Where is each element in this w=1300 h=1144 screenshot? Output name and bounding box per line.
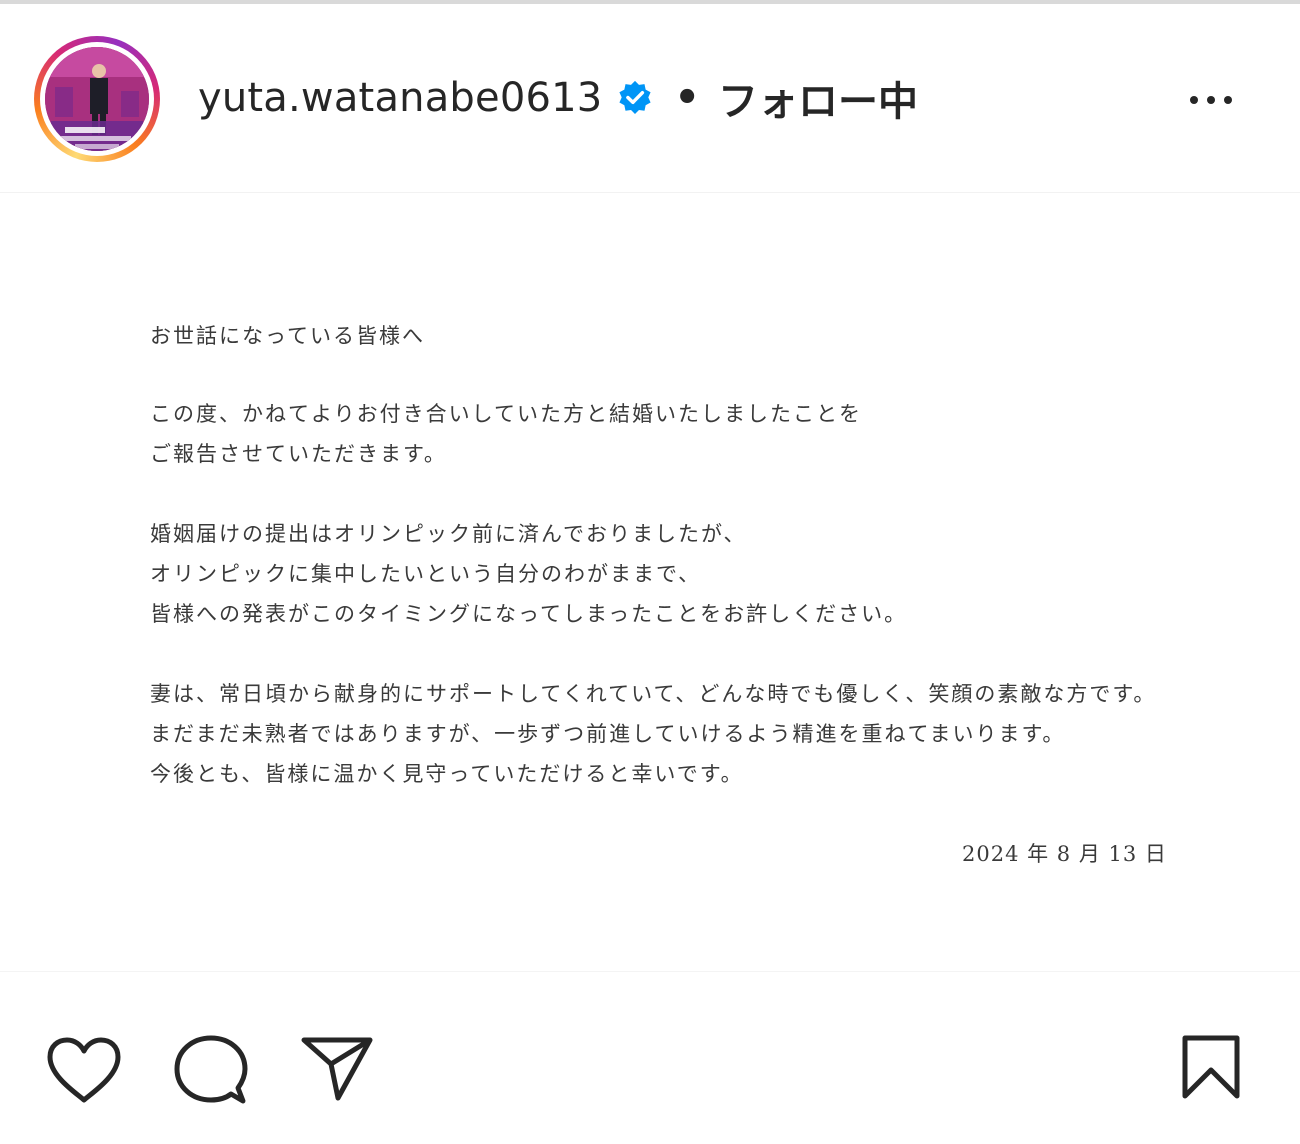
letter-line: まだまだ未熟者ではありますが、一歩ずつ前進していけるよう精進を重ねてまいります。 [150, 722, 1066, 746]
letter-greeting: お世話になっている皆様へ [150, 324, 425, 348]
letter-line: 婚姻届けの提出はオリンピック前に済んでおりましたが、 [150, 522, 747, 546]
letter-line: ご報告させていただきます。 [150, 442, 447, 466]
username-row: yuta.watanabe0613 • フォロー中 [198, 68, 918, 128]
share-icon[interactable] [300, 1034, 374, 1102]
action-bar [0, 972, 1300, 1144]
avatar[interactable] [45, 47, 149, 151]
post-image-letter[interactable]: お世話になっている皆様へ この度、かねてよりお付き合いしていた方と結婚いたしまし… [0, 193, 1300, 971]
avatar-photo [45, 47, 149, 151]
following-button[interactable]: フォロー中 [718, 69, 918, 127]
more-options-icon[interactable] [1176, 80, 1246, 120]
letter-line: 今後とも、皆様に温かく見守っていただけると幸いです。 [150, 762, 744, 786]
heart-icon[interactable] [46, 1036, 122, 1104]
letter-line: 妻は、常日頃から献身的にサポートしてくれていて、どんな時でも優しく、笑顔の素敵な… [150, 682, 1157, 706]
letter-line: 皆様への発表がこのタイミングになってしまったことをお許しください。 [150, 602, 908, 626]
comment-icon[interactable] [174, 1034, 248, 1106]
letter-line: この度、かねてよりお付き合いしていた方と結婚いたしましたことを [150, 402, 862, 426]
verified-badge-icon [616, 79, 654, 117]
letter-line: オリンピックに集中したいという自分のわがままで、 [150, 562, 702, 586]
username-link[interactable]: yuta.watanabe0613 [198, 75, 602, 121]
story-ring[interactable] [34, 36, 160, 162]
post-header: yuta.watanabe0613 • フォロー中 [0, 4, 1300, 190]
separator-dot: • [674, 75, 700, 121]
letter-date: 2024 年 8 月 13 日 [962, 842, 1167, 866]
bookmark-icon[interactable] [1180, 1034, 1242, 1100]
